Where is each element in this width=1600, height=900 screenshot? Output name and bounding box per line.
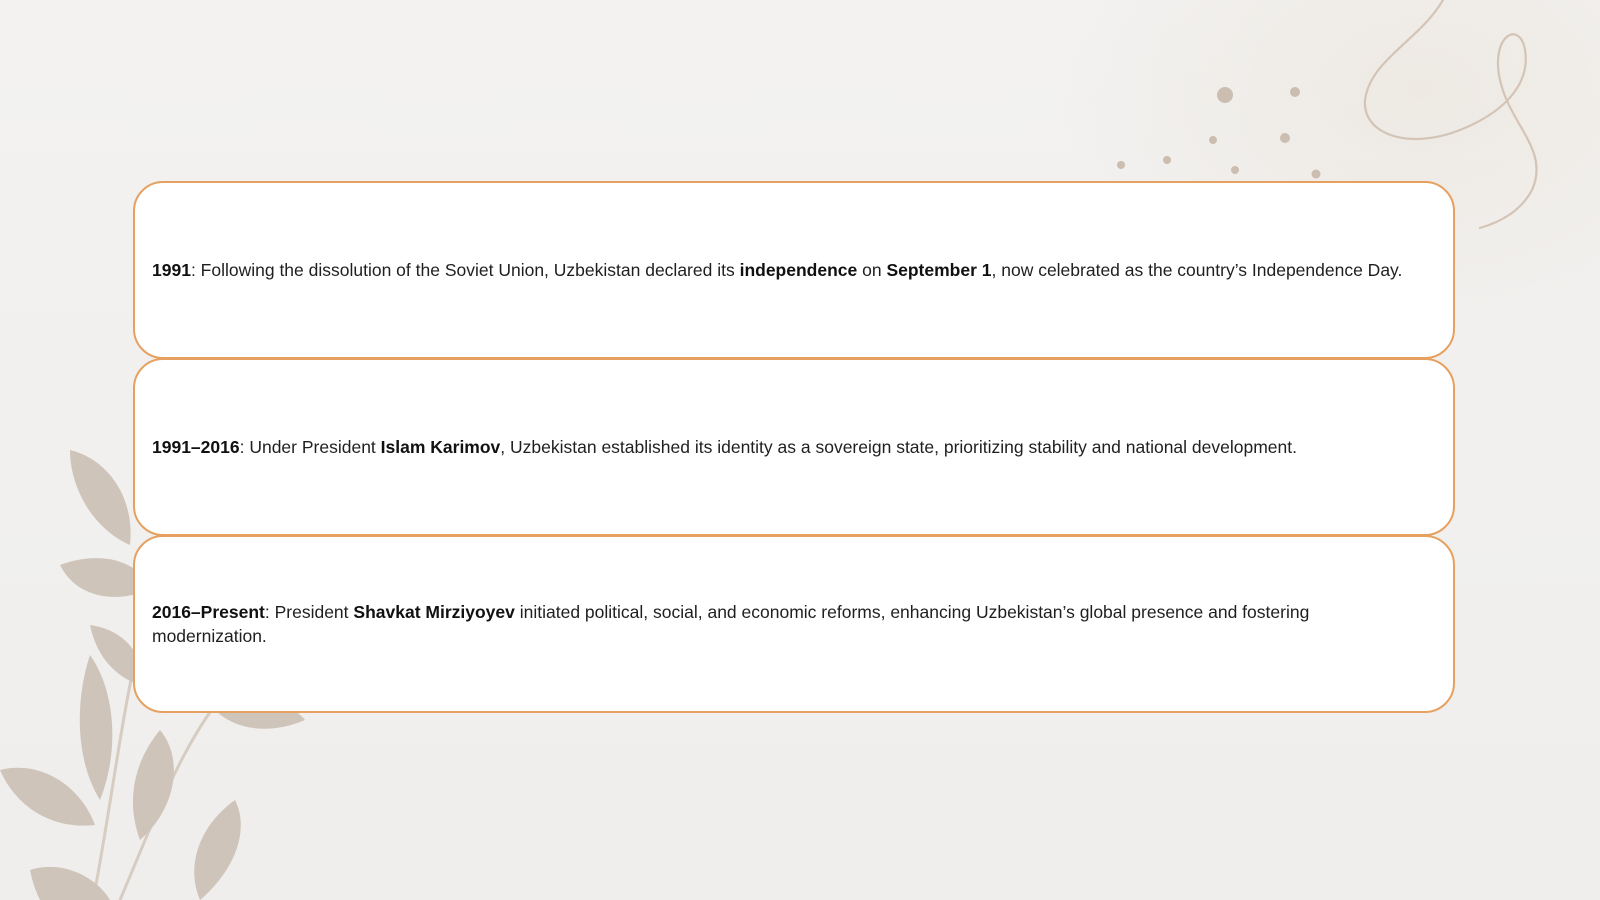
timeline-card-text: 1991–2016: Under President Islam Karimov… <box>152 435 1297 459</box>
timeline-card-1991: 1991: Following the dissolution of the S… <box>133 181 1455 359</box>
timeline-text: , Uzbekistan established its identity as… <box>500 437 1297 457</box>
timeline-highlight: Shavkat Mirziyoyev <box>353 602 515 622</box>
timeline-year-label: 2016–Present <box>152 602 265 622</box>
timeline-text: on <box>857 260 887 280</box>
timeline-text: : Following the dissolution of the Sovie… <box>190 260 740 280</box>
timeline-text: : President <box>264 602 354 622</box>
timeline-year-label: 1991–2016 <box>152 437 240 457</box>
timeline-card-2016-present: 2016–Present: President Shavkat Mirziyoy… <box>133 535 1455 713</box>
timeline-text: : Under President <box>239 437 381 457</box>
timeline-text: , now celebrated as the country’s Indepe… <box>991 260 1403 280</box>
timeline-card-list: 1991: Following the dissolution of the S… <box>133 181 1455 713</box>
timeline-highlight: independence <box>739 260 858 280</box>
timeline-card-1991-2016: 1991–2016: Under President Islam Karimov… <box>133 358 1455 536</box>
timeline-highlight: Islam Karimov <box>380 437 501 457</box>
timeline-year-label: 1991 <box>152 260 191 280</box>
timeline-card-text: 1991: Following the dissolution of the S… <box>152 258 1402 282</box>
timeline-highlight: September 1 <box>886 260 992 280</box>
timeline-card-text: 2016–Present: President Shavkat Mirziyoy… <box>152 600 1427 648</box>
